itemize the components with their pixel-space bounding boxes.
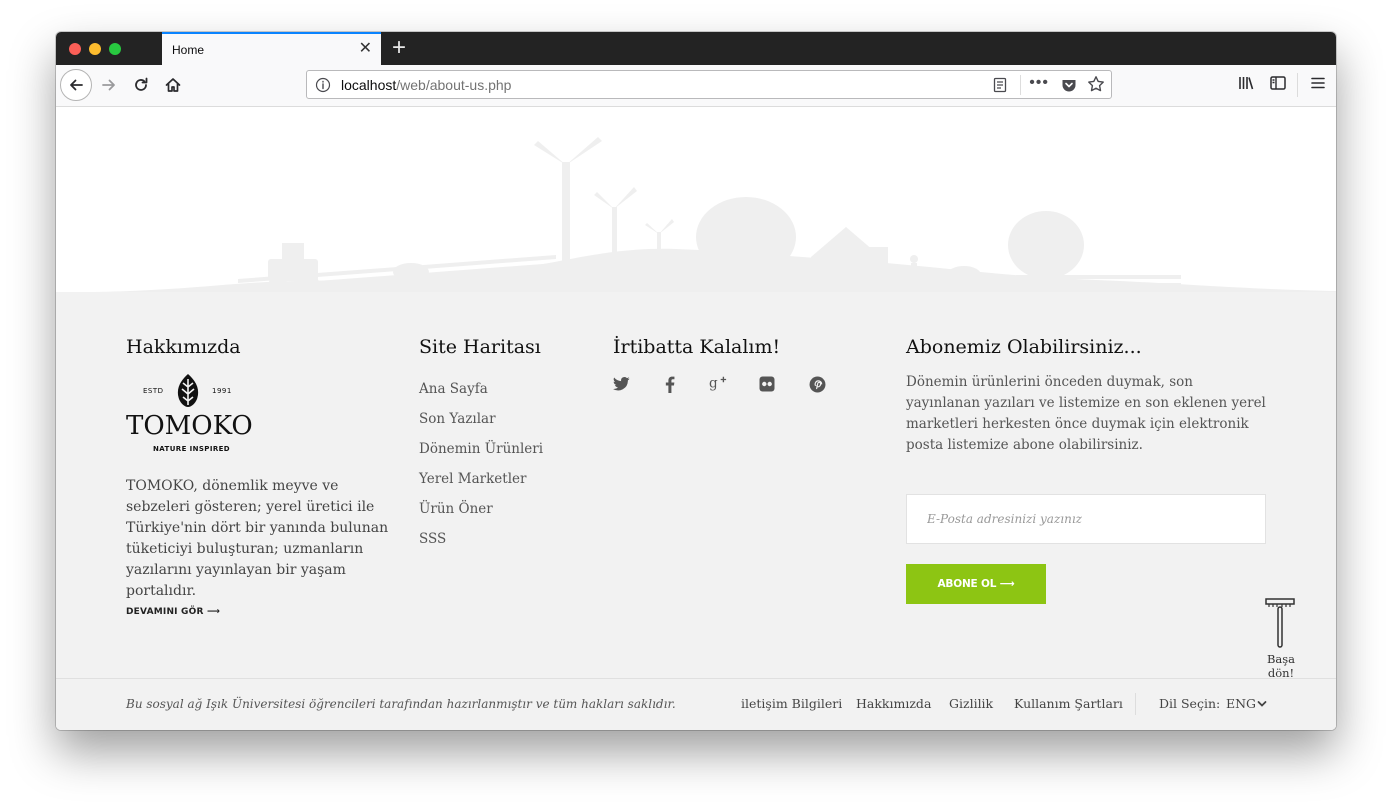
sitemap-link-faq[interactable]: SSS <box>419 531 543 561</box>
new-tab-button[interactable]: + <box>392 35 406 61</box>
farm-landscape-illustration <box>56 137 1336 297</box>
reload-button[interactable] <box>125 69 157 101</box>
tab-strip: Home ✕ + <box>56 32 1336 65</box>
sitemap-link-home[interactable]: Ana Sayfa <box>419 381 543 411</box>
reload-icon <box>135 77 148 91</box>
logo-brand: TOMOKO <box>126 411 253 441</box>
tomoko-logo[interactable]: ESTD 1991 TOMOKO NATURE INSPIRED <box>126 373 256 453</box>
url-text[interactable]: localhost/web/about-us.php <box>341 77 511 93</box>
logo-year: 1991 <box>212 387 232 395</box>
email-input[interactable] <box>906 494 1266 544</box>
navigation-toolbar: localhost/web/about-us.php ••• <box>56 65 1336 107</box>
chevron-down-icon[interactable] <box>1257 700 1267 708</box>
menu-icon[interactable] <box>1309 74 1327 97</box>
forward-arrow-icon <box>102 79 115 91</box>
site-footer: Hakkımızda ESTD 1991 TOMOKO NATURE INSPI… <box>56 292 1336 730</box>
close-window-button[interactable] <box>69 43 81 55</box>
footer-link-privacy[interactable]: Gizlilik <box>949 696 993 711</box>
reader-view-icon[interactable] <box>992 77 1008 98</box>
home-icon <box>165 78 181 92</box>
footer-bottom-bar: Bu sosyal ağ Işık Üniversitesi öğrencile… <box>56 678 1336 730</box>
about-text: TOMOKO, dönemlik meyve ve sebzeleri göst… <box>126 478 389 599</box>
twitter-icon[interactable] <box>613 376 630 396</box>
tab-title: Home <box>172 43 205 57</box>
subscribe-title: Abonemiz Olabilirsiniz... <box>906 336 1142 358</box>
sitemap-link-suggest-product[interactable]: Ürün Öner <box>419 501 543 531</box>
sitemap-link-seasonal-products[interactable]: Dönemin Ürünleri <box>419 441 543 471</box>
minimize-window-button[interactable] <box>89 43 101 55</box>
back-arrow-icon <box>70 79 83 91</box>
pinterest-icon[interactable] <box>809 376 826 397</box>
copyright-text: Bu sosyal ağ Işık Üniversitesi öğrencile… <box>126 697 676 711</box>
tab-close-icon[interactable]: ✕ <box>359 40 372 58</box>
sitemap-link-latest-posts[interactable]: Son Yazılar <box>419 411 543 441</box>
logo-estd: ESTD <box>143 387 164 395</box>
url-host: localhost <box>341 77 397 93</box>
pocket-icon[interactable] <box>1061 77 1077 98</box>
about-title: Hakkımızda <box>126 336 241 358</box>
info-icon[interactable] <box>315 77 331 98</box>
flickr-icon[interactable] <box>759 376 775 396</box>
sitemap-link-local-markets[interactable]: Yerel Marketler <box>419 471 543 501</box>
back-to-top-button[interactable]: Başa dön! <box>1253 598 1309 680</box>
footer-link-contact-info[interactable]: iletişim Bilgileri <box>741 696 842 711</box>
footer-link-terms[interactable]: Kullanım Şartları <box>1014 696 1123 711</box>
google-plus-icon[interactable]: g <box>709 375 727 397</box>
rake-icon <box>1265 598 1295 648</box>
svg-text:g: g <box>709 376 718 392</box>
contact-title: İrtibatta Kalalım! <box>613 336 781 358</box>
leaf-icon <box>177 374 199 407</box>
page-content: Hakkımızda ESTD 1991 TOMOKO NATURE INSPI… <box>56 107 1336 730</box>
footer-link-about[interactable]: Hakkımızda <box>856 696 931 711</box>
back-to-top-label: Başa dön! <box>1266 652 1296 680</box>
home-button[interactable] <box>157 69 189 101</box>
back-button[interactable] <box>60 69 92 101</box>
url-path: /web/about-us.php <box>396 77 512 93</box>
read-more-link[interactable]: DEVAMINI GÖR ⟶ <box>126 607 220 617</box>
language-select[interactable]: ENG <box>1226 696 1256 711</box>
tab-home[interactable]: Home ✕ <box>162 32 381 65</box>
browser-window: Home ✕ + localhost/web/about-us.php ••• … <box>56 32 1336 730</box>
library-icon[interactable] <box>1237 74 1255 97</box>
toolbar-separator <box>1297 73 1298 97</box>
footer-separator <box>1135 693 1136 715</box>
page-actions-icon[interactable]: ••• <box>1029 74 1049 92</box>
sitemap-title: Site Haritası <box>419 336 541 358</box>
subscribe-description: Dönemin ürünlerini önceden duymak, son y… <box>906 374 1266 453</box>
bookmark-star-icon[interactable] <box>1087 75 1105 98</box>
maximize-window-button[interactable] <box>109 43 121 55</box>
language-label: Dil Seçin: <box>1159 696 1221 711</box>
subscribe-button[interactable]: ABONE OL ⟶ <box>906 564 1046 604</box>
sitemap-list: Ana Sayfa Son Yazılar Dönemin Ürünleri Y… <box>419 381 543 561</box>
url-bar[interactable]: localhost/web/about-us.php ••• <box>306 70 1112 99</box>
url-separator <box>1020 75 1021 95</box>
logo-tagline: NATURE INSPIRED <box>153 445 231 453</box>
forward-button[interactable] <box>93 69 125 101</box>
sidebar-icon[interactable] <box>1269 74 1287 97</box>
facebook-icon[interactable] <box>665 376 675 397</box>
